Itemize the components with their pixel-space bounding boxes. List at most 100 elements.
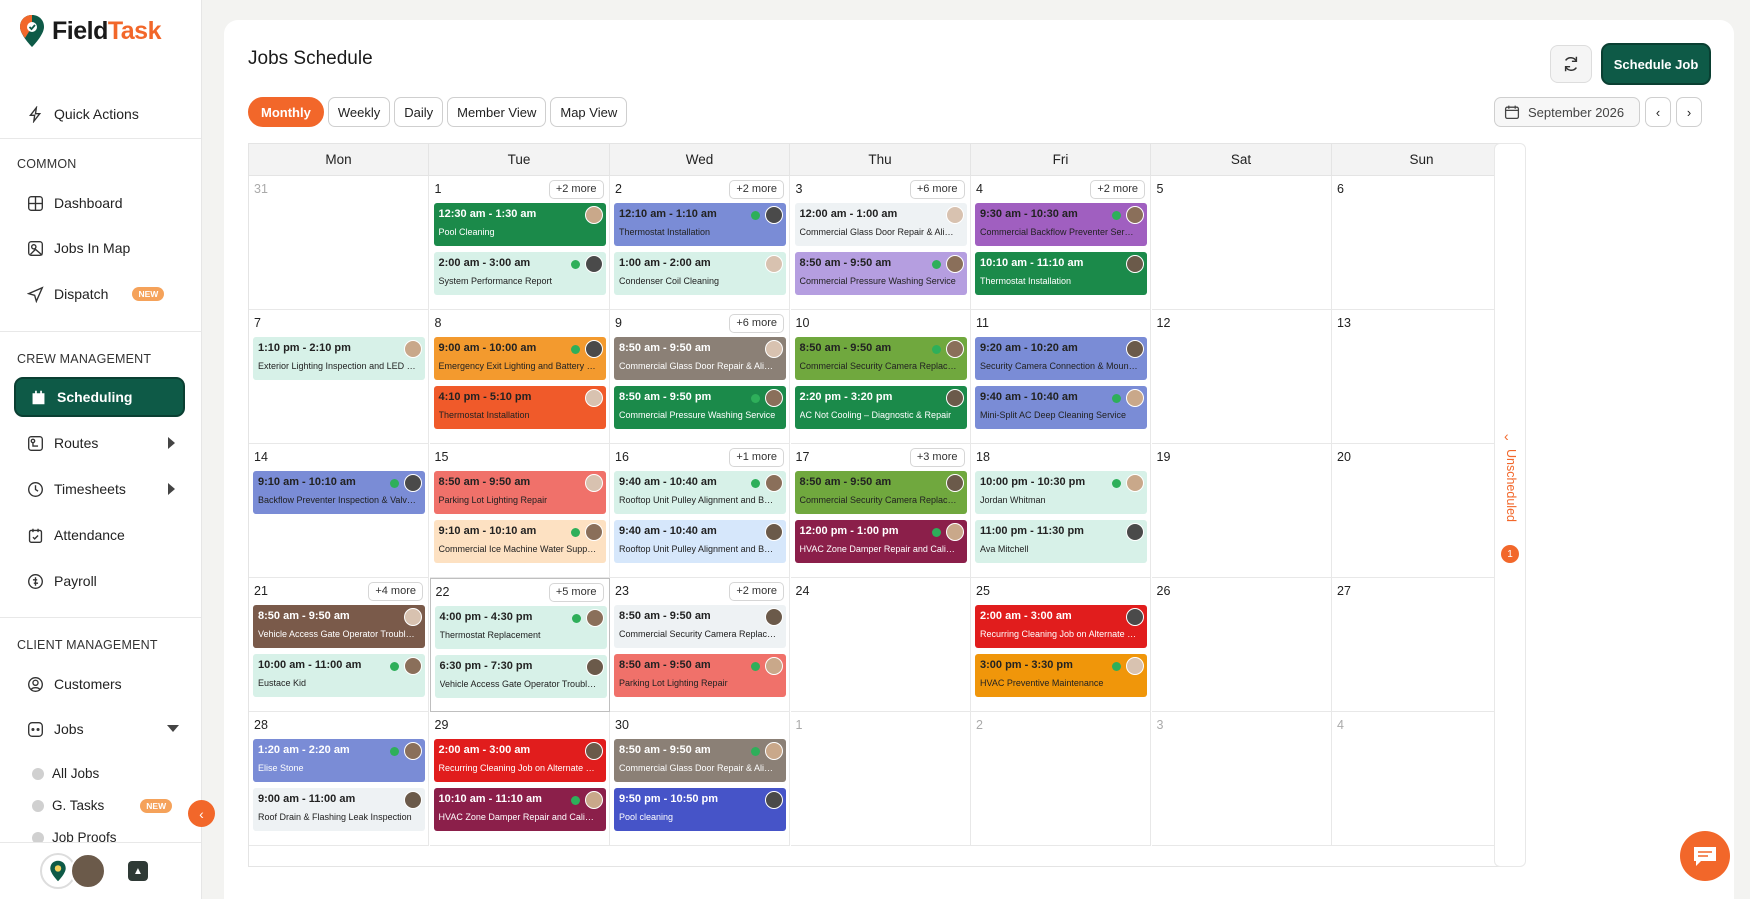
chevron-left-icon[interactable]: ‹	[1504, 428, 1509, 444]
event-card[interactable]: 12:10 am - 1:10 am Thermostat Installatio…	[614, 203, 786, 246]
event-card[interactable]: 2:20 pm - 3:20 pm AC Not Cooling – Diagno…	[794, 386, 967, 429]
event-card[interactable]: 10:00 pm - 10:30 pm Jordan Whitman	[975, 471, 1147, 514]
event-card[interactable]: 12:00 pm - 1:00 pm HVAC Zone Damper Repai…	[794, 520, 967, 563]
day-cell[interactable]: 8 9:00 am - 10:00 am Emergency Exit Lighti…	[429, 310, 610, 444]
event-card[interactable]: 8:50 am - 9:50 am Parking Lot Lighting Re…	[614, 654, 786, 697]
sidebar-item-payroll[interactable]: Payroll	[26, 569, 97, 593]
event-card[interactable]: 8:50 am - 9:50 am Parking Lot Lighting Re…	[433, 471, 606, 514]
logo[interactable]: FieldTask	[18, 14, 161, 48]
more-events-button[interactable]: +2 more	[729, 582, 784, 601]
month-picker[interactable]: September 2026	[1494, 97, 1640, 127]
event-card[interactable]: 4:10 pm - 5:10 pm Thermostat Installation	[433, 386, 606, 429]
day-cell[interactable]: 6	[1332, 176, 1512, 310]
event-card[interactable]: 9:10 am - 10:10 am Commercial Ice Machine…	[433, 520, 606, 563]
more-events-button[interactable]: +2 more	[729, 180, 784, 199]
event-card[interactable]: 1:20 am - 2:20 am Elise Stone	[253, 739, 425, 782]
day-cell[interactable]: 25 2:00 am - 3:00 am Recurring Cleaning Jo…	[971, 578, 1151, 712]
sidebar-item-routes[interactable]: Routes	[26, 431, 98, 455]
sidebar-item-dashboard[interactable]: Dashboard	[26, 191, 123, 215]
more-events-button[interactable]: +6 more	[729, 314, 784, 333]
day-cell[interactable]: 11 9:20 am - 10:20 am Security Camera Conn…	[971, 310, 1151, 444]
day-cell[interactable]: 14 9:10 am - 10:10 am Backflow Preventer I…	[249, 444, 429, 578]
event-card[interactable]: 9:10 am - 10:10 am Backflow Preventer Ins…	[253, 471, 425, 514]
day-cell[interactable]: 22 +5 more 4:00 pm - 4:30 pm Thermostat Rep…	[429, 578, 610, 712]
event-card[interactable]: 10:10 am - 11:10 am Thermostat Installati…	[975, 252, 1147, 295]
event-card[interactable]: 1:10 pm - 2:10 pm Exterior Lighting Inspe…	[253, 337, 425, 380]
chevron-down-icon[interactable]	[167, 725, 179, 732]
day-cell[interactable]: 21 +4 more 8:50 am - 9:50 am Vehicle Access…	[249, 578, 429, 712]
event-card[interactable]: 4:00 pm - 4:30 pm Thermostat Replacement	[434, 606, 607, 649]
sidebar-item-scheduling[interactable]: Scheduling	[14, 377, 185, 417]
sidebar-item-jobs-in-map[interactable]: Jobs In Map	[26, 236, 130, 260]
tab-map-view[interactable]: Map View	[550, 97, 628, 127]
day-cell[interactable]: 1	[790, 712, 971, 846]
event-card[interactable]: 2:00 am - 3:00 am Recurring Cleaning Job …	[433, 739, 606, 782]
tab-member-view[interactable]: Member View	[447, 97, 547, 127]
event-card[interactable]: 9:20 am - 10:20 am Security Camera Connec…	[975, 337, 1147, 380]
event-card[interactable]: 10:00 am - 11:00 am Eustace Kid	[253, 654, 425, 697]
next-month-button[interactable]: ›	[1676, 97, 1702, 127]
event-card[interactable]: 8:50 am - 9:50 am Commercial Glass Door R…	[614, 739, 786, 782]
refresh-button[interactable]	[1550, 45, 1592, 83]
day-cell[interactable]: 26	[1151, 578, 1332, 712]
event-card[interactable]: 10:10 am - 11:10 am HVAC Zone Damper Repa…	[433, 788, 606, 831]
more-events-button[interactable]: +6 more	[909, 180, 965, 199]
day-cell[interactable]: 7 1:10 pm - 2:10 pm Exterior Lighting Insp…	[249, 310, 429, 444]
day-cell[interactable]: 27	[1332, 578, 1512, 712]
day-cell[interactable]: 4	[1332, 712, 1512, 846]
sidebar-item-dispatch[interactable]: Dispatch NEW	[26, 282, 165, 306]
event-card[interactable]: 12:30 am - 1:30 am Pool Cleaning	[433, 203, 606, 246]
day-cell[interactable]: 4 +2 more 9:30 am - 10:30 am Commercial Bac…	[971, 176, 1151, 310]
day-cell[interactable]: 2	[971, 712, 1151, 846]
sidebar-item-attendance[interactable]: Attendance	[26, 523, 125, 547]
day-cell[interactable]: 3 +6 more 12:00 am - 1:00 am Commercial Gla…	[790, 176, 971, 310]
event-card[interactable]: 9:40 am - 10:40 am Mini-Split AC Deep Cle…	[975, 386, 1147, 429]
event-card[interactable]: 11:00 pm - 11:30 pm Ava Mitchell	[975, 520, 1147, 563]
sidebar-subitem-all-jobs[interactable]: All Jobs	[32, 766, 99, 781]
day-cell[interactable]: 13	[1332, 310, 1512, 444]
sidebar-item-timesheets[interactable]: Timesheets	[26, 477, 126, 501]
prev-month-button[interactable]: ‹	[1645, 97, 1671, 127]
day-cell[interactable]: 2 +2 more 12:10 am - 1:10 am Thermostat Ins…	[610, 176, 790, 310]
day-cell[interactable]: 23 +2 more 8:50 am - 9:50 am Commercial Sec…	[610, 578, 790, 712]
event-card[interactable]: 9:40 am - 10:40 am Rooftop Unit Pulley Al…	[614, 471, 786, 514]
sidebar-item-quick-actions[interactable]: Quick Actions	[26, 102, 139, 126]
day-cell[interactable]: 18 10:00 pm - 10:30 pm Jordan Whitman 11:00…	[971, 444, 1151, 578]
more-events-button[interactable]: +3 more	[909, 448, 965, 467]
day-cell[interactable]: 3	[1151, 712, 1332, 846]
event-card[interactable]: 8:50 am - 9:50 am Commercial Security Cam…	[794, 471, 967, 514]
day-cell[interactable]: 28 1:20 am - 2:20 am Elise Stone 9:00 am - …	[249, 712, 429, 846]
collapse-sidebar-button[interactable]: ‹	[188, 800, 215, 827]
day-cell[interactable]: 12	[1151, 310, 1332, 444]
event-card[interactable]: 1:00 am - 2:00 am Condenser Coil Cleaning	[614, 252, 786, 295]
day-cell[interactable]: 20	[1332, 444, 1512, 578]
more-events-button[interactable]: +4 more	[368, 582, 423, 601]
event-card[interactable]: 8:50 am - 9:50 am Vehicle Access Gate Ope…	[253, 605, 425, 648]
schedule-job-button[interactable]: Schedule Job	[1601, 43, 1711, 85]
day-cell[interactable]: 30 8:50 am - 9:50 am Commercial Glass Door…	[610, 712, 790, 846]
chevron-right-icon[interactable]	[168, 437, 175, 449]
tab-daily[interactable]: Daily	[394, 97, 444, 127]
event-card[interactable]: 6:30 pm - 7:30 pm Vehicle Access Gate Ope…	[434, 655, 607, 698]
event-card[interactable]: 2:00 am - 3:00 am Recurring Cleaning Job …	[975, 605, 1147, 648]
event-card[interactable]: 8:50 am - 9:50 am Commercial Pressure Was…	[794, 252, 967, 295]
day-cell[interactable]: 1 +2 more 12:30 am - 1:30 am Pool Cleaning 2…	[429, 176, 610, 310]
day-cell[interactable]: 15 8:50 am - 9:50 am Parking Lot Lighting …	[429, 444, 610, 578]
chat-button[interactable]	[1680, 831, 1730, 881]
day-cell[interactable]: 31	[249, 176, 429, 310]
account-avatars[interactable]	[40, 853, 106, 889]
event-card[interactable]: 2:00 am - 3:00 am System Performance Repo…	[433, 252, 606, 295]
event-card[interactable]: 8:50 am - 9:50 am Commercial Security Cam…	[794, 337, 967, 380]
event-card[interactable]: 8:50 am - 9:50 am Commercial Glass Door R…	[614, 337, 786, 380]
tab-weekly[interactable]: Weekly	[327, 97, 391, 127]
day-cell[interactable]: 16 +1 more 9:40 am - 10:40 am Rooftop Unit …	[610, 444, 790, 578]
event-card[interactable]: 8:50 am - 9:50 pm Commercial Pressure Was…	[614, 386, 786, 429]
event-card[interactable]: 12:00 am - 1:00 am Commercial Glass Door …	[794, 203, 967, 246]
more-events-button[interactable]: +1 more	[729, 448, 784, 467]
chevron-right-icon[interactable]	[168, 483, 175, 495]
more-events-button[interactable]: +2 more	[1090, 180, 1145, 199]
event-card[interactable]: 9:00 am - 11:00 am Roof Drain & Flashing …	[253, 788, 425, 831]
expand-up-button[interactable]: ▲	[128, 861, 148, 881]
day-cell[interactable]: 29 2:00 am - 3:00 am Recurring Cleaning Jo…	[429, 712, 610, 846]
event-card[interactable]: 9:50 pm - 10:50 pm Pool cleaning	[614, 788, 786, 831]
